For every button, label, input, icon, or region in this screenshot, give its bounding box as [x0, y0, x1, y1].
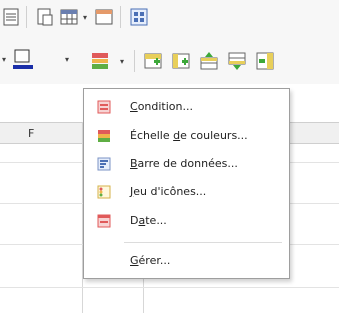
- menu-item-manage[interactable]: Gérer...: [85, 249, 288, 273]
- column-header-f[interactable]: F: [28, 127, 34, 140]
- insert-rows-icon[interactable]: [142, 50, 164, 72]
- row-gridline: [0, 287, 339, 288]
- conditional-format-menu: Condition... Échelle de couleurs... Barr…: [83, 88, 290, 279]
- menu-item-label: Gérer...: [130, 254, 171, 267]
- table-icon[interactable]: [58, 6, 80, 28]
- insert-below-icon[interactable]: [226, 50, 248, 72]
- insert-cols-icon[interactable]: [170, 50, 192, 72]
- menu-item-condition[interactable]: Condition...: [85, 95, 288, 119]
- icon-set-icon: [97, 185, 111, 199]
- toolbar-separator: [120, 6, 121, 28]
- toolbar: ▾ ▾ ▾ ▾: [0, 0, 339, 114]
- toolbar-separator: [134, 50, 135, 72]
- color-scale-icon: [98, 130, 110, 142]
- toolbar-separator: [26, 6, 27, 28]
- insert-above-icon[interactable]: [198, 50, 220, 72]
- column-divider: [143, 279, 144, 313]
- menu-item-label: Barre de données...: [130, 157, 238, 170]
- border-color-icon[interactable]: [12, 48, 34, 70]
- toolbar-row-2: ▾ ▾ ▾: [0, 40, 339, 114]
- chevron-down-icon[interactable]: ▾: [63, 48, 71, 70]
- menu-item-label: Date...: [130, 214, 167, 227]
- menu-item-date[interactable]: Date...: [85, 209, 288, 233]
- menu-item-icon-set[interactable]: Jeu d'icônes...: [85, 180, 288, 204]
- menu-item-label: Condition...: [130, 100, 193, 113]
- window-icon[interactable]: [93, 6, 115, 28]
- condition-icon: [97, 100, 111, 114]
- toolbar-row-1: ▾: [0, 3, 339, 33]
- insert-col-icon[interactable]: [254, 50, 276, 72]
- menu-separator: [124, 242, 282, 243]
- chevron-down-icon[interactable]: ▾: [0, 48, 8, 70]
- grid-icon[interactable]: [128, 6, 150, 28]
- date-icon: [97, 214, 111, 228]
- chevron-down-icon[interactable]: ▾: [118, 50, 126, 72]
- menu-item-color-scale[interactable]: Échelle de couleurs...: [85, 124, 288, 148]
- menu-item-data-bar[interactable]: Barre de données...: [85, 152, 288, 176]
- menu-item-label: Jeu d'icônes...: [130, 185, 207, 198]
- menu-item-label: Échelle de couleurs...: [130, 129, 248, 142]
- conditional-format-icon[interactable]: [89, 50, 111, 72]
- sheet-icon[interactable]: [0, 6, 22, 28]
- chevron-down-icon[interactable]: ▾: [81, 6, 89, 28]
- data-bar-icon: [97, 157, 111, 171]
- print-preview-icon[interactable]: [34, 6, 56, 28]
